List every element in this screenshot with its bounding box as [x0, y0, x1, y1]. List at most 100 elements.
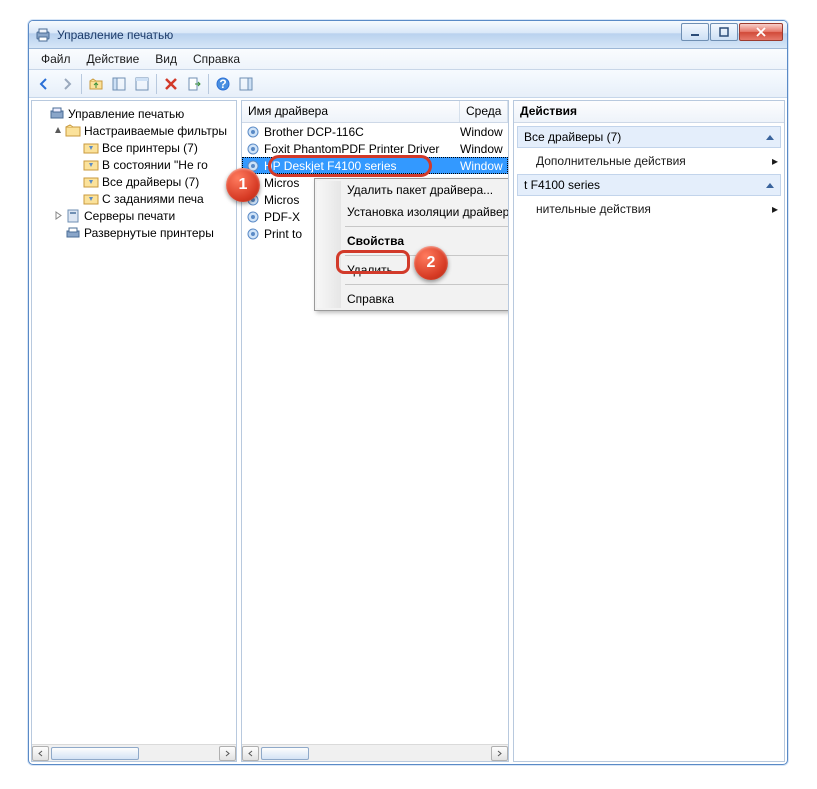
context-menu: Удалить пакет драйвера... Установка изол…: [314, 178, 508, 311]
collapse-icon[interactable]: [52, 125, 64, 137]
filter-icon: [83, 174, 99, 190]
col-name[interactable]: Имя драйвера: [242, 101, 460, 122]
filter-icon: [83, 191, 99, 207]
actions-group-label: Все драйверы (7): [524, 130, 621, 144]
annotation-badge-2: 2: [414, 246, 448, 280]
actions-group-selected[interactable]: t F4100 series: [517, 174, 781, 196]
collapse-triangle-icon: [766, 183, 774, 188]
body: Управление печатью Настраиваемые фильтры…: [29, 98, 787, 764]
menu-file[interactable]: Файл: [33, 50, 79, 68]
list-row[interactable]: Foxit PhantomPDF Printer DriverWindow: [242, 140, 508, 157]
ctx-label: Свойства: [347, 234, 404, 248]
ctx-separator: [345, 226, 508, 227]
action-label: нительные действия: [536, 202, 651, 216]
expander-icon[interactable]: [36, 108, 48, 120]
tree-label: Все принтеры (7): [102, 141, 198, 155]
ctx-label: Установка изоляции драйвера: [347, 205, 508, 219]
expand-icon[interactable]: [52, 210, 64, 222]
help-button[interactable]: ?: [212, 73, 234, 95]
menu-action[interactable]: Действие: [79, 50, 148, 68]
back-button[interactable]: [33, 73, 55, 95]
driver-icon: [245, 124, 261, 140]
scroll-right-icon[interactable]: [491, 746, 508, 761]
up-button[interactable]: [85, 73, 107, 95]
properties-button[interactable]: [131, 73, 153, 95]
actions-pane: Действия Все драйверы (7) Дополнительные…: [513, 100, 785, 762]
tree-deployed[interactable]: Развернутые принтеры: [34, 224, 236, 241]
actions-more[interactable]: нительные действия ▸: [514, 199, 784, 219]
forward-button[interactable]: [56, 73, 78, 95]
expander-placeholder: [70, 159, 82, 171]
toolbar-separator: [208, 74, 209, 94]
tree-root[interactable]: Управление печатью: [34, 105, 236, 122]
driver-icon: [245, 141, 261, 157]
expander-placeholder: [70, 142, 82, 154]
tree-servers[interactable]: Серверы печати: [34, 207, 236, 224]
expander-placeholder: [70, 193, 82, 205]
maximize-button[interactable]: [710, 23, 738, 41]
tree-all-drivers[interactable]: Все драйверы (7): [34, 173, 236, 190]
tree-all-printers[interactable]: Все принтеры (7): [34, 139, 236, 156]
submenu-arrow-icon: ▸: [772, 202, 778, 216]
list-content: Brother DCP-116CWindowFoxit PhantomPDF P…: [242, 123, 508, 744]
tree-in-state[interactable]: В состоянии "Не го: [34, 156, 236, 173]
window-buttons: [681, 21, 787, 48]
window: Управление печатью Файл Действие Вид Спр…: [28, 20, 788, 765]
col-env[interactable]: Среда: [460, 101, 508, 122]
export-button[interactable]: [183, 73, 205, 95]
show-hide-actions-button[interactable]: [235, 73, 257, 95]
submenu-arrow-icon: ▸: [772, 154, 778, 168]
ctx-label: Удалить пакет драйвера...: [347, 183, 493, 197]
expander-placeholder: [70, 176, 82, 188]
driver-name: HP Deskjet F4100 series: [264, 159, 460, 173]
ctx-delete[interactable]: Удалить: [315, 259, 508, 281]
folder-icon: [65, 123, 81, 139]
toolbar-separator: [81, 74, 82, 94]
tree-label: Настраиваемые фильтры: [84, 124, 227, 138]
scroll-left-icon[interactable]: [242, 746, 259, 761]
ctx-separator: [345, 284, 508, 285]
menu-help[interactable]: Справка: [185, 50, 248, 68]
tree-pane: Управление печатью Настраиваемые фильтры…: [31, 100, 237, 762]
scroll-track[interactable]: [259, 746, 491, 761]
actions-content: Все драйверы (7) Дополнительные действия…: [514, 123, 784, 761]
filter-icon: [83, 157, 99, 173]
driver-name: Brother DCP-116C: [264, 125, 460, 139]
ctx-help[interactable]: Справка: [315, 288, 508, 310]
scroll-thumb[interactable]: [261, 747, 309, 760]
window-title: Управление печатью: [57, 28, 681, 42]
tree-filters[interactable]: Настраиваемые фильтры: [34, 122, 236, 139]
show-hide-tree-button[interactable]: [108, 73, 130, 95]
ctx-isolation[interactable]: Установка изоляции драйвера: [315, 201, 508, 223]
list-row[interactable]: Brother DCP-116CWindow: [242, 123, 508, 140]
actions-more[interactable]: Дополнительные действия ▸: [514, 151, 784, 171]
expander-placeholder: [52, 227, 64, 239]
hscrollbar[interactable]: [32, 744, 236, 761]
hscrollbar[interactable]: [242, 744, 508, 761]
ctx-properties[interactable]: Свойства: [315, 230, 508, 252]
driver-env: Window: [460, 159, 508, 173]
driver-env: Window: [460, 142, 508, 156]
driver-env: Window: [460, 125, 508, 139]
tree-label: Управление печатью: [68, 107, 184, 121]
close-button[interactable]: [739, 23, 783, 41]
minimize-button[interactable]: [681, 23, 709, 41]
scroll-right-icon[interactable]: [219, 746, 236, 761]
menubar: Файл Действие Вид Справка: [29, 49, 787, 70]
delete-button[interactable]: [160, 73, 182, 95]
scroll-thumb[interactable]: [51, 747, 139, 760]
list-header: Имя драйвера Среда: [242, 101, 508, 123]
scroll-track[interactable]: [49, 746, 219, 761]
ctx-label: Справка: [347, 292, 394, 306]
list-row[interactable]: HP Deskjet F4100 seriesWindow: [242, 157, 508, 174]
tree-with-jobs[interactable]: С заданиями печа: [34, 190, 236, 207]
toolbar-separator: [156, 74, 157, 94]
tree-label: В состоянии "Не го: [102, 158, 208, 172]
tree-label: Серверы печати: [84, 209, 175, 223]
ctx-remove-package[interactable]: Удалить пакет драйвера...: [315, 179, 508, 201]
scroll-left-icon[interactable]: [32, 746, 49, 761]
tree-label: Все драйверы (7): [102, 175, 199, 189]
actions-group-all-drivers[interactable]: Все драйверы (7): [517, 126, 781, 148]
tree: Управление печатью Настраиваемые фильтры…: [32, 101, 236, 744]
menu-view[interactable]: Вид: [147, 50, 185, 68]
